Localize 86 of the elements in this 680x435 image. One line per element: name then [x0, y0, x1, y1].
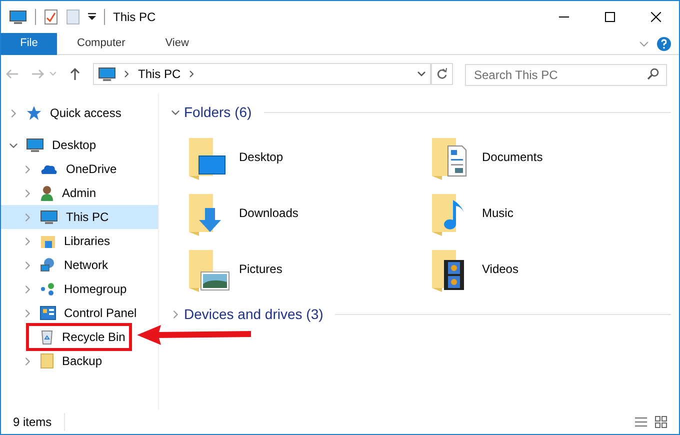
- nav-label: Control Panel: [64, 305, 137, 322]
- control-panel-icon: [40, 306, 56, 320]
- refresh-button[interactable]: [431, 63, 453, 85]
- nav-item[interactable]: Quick access: [1, 101, 158, 125]
- chevron-right-icon[interactable]: [23, 284, 32, 294]
- nav-item[interactable]: Recycle Bin: [1, 325, 132, 349]
- folder-label: Desktop: [239, 149, 284, 166]
- large-icons-view-icon[interactable]: [655, 416, 667, 428]
- chevron-right-icon[interactable]: [23, 308, 32, 318]
- folder-label: Videos: [482, 261, 518, 278]
- group-header[interactable]: Folders (6): [184, 102, 252, 122]
- chevron-right-icon[interactable]: [23, 356, 32, 366]
- nav-label: Admin: [62, 185, 96, 202]
- folder-tile[interactable]: Documents: [428, 129, 671, 185]
- nav-label: This PC: [66, 209, 109, 226]
- nav-item[interactable]: OneDrive: [1, 157, 158, 181]
- breadcrumb[interactable]: This PC: [138, 65, 181, 83]
- ribbon-tab[interactable]: View: [145, 32, 209, 54]
- help-icon[interactable]: [657, 36, 671, 50]
- chevron-right-icon: [188, 70, 195, 78]
- back-arrow-icon[interactable]: [5, 68, 19, 80]
- address-bar[interactable]: This PC: [93, 63, 431, 85]
- folder-tile[interactable]: Downloads: [185, 185, 428, 241]
- cloud-icon: [40, 163, 58, 175]
- chevron-right-icon[interactable]: [171, 310, 180, 318]
- library-folder-icon: [40, 233, 56, 249]
- chevron-down-icon[interactable]: [417, 71, 426, 77]
- nav-item[interactable]: Network: [1, 253, 158, 277]
- nav-label: Backup: [62, 353, 102, 370]
- up-arrow-icon[interactable]: [69, 67, 81, 81]
- chevron-right-icon[interactable]: [9, 108, 18, 118]
- ribbon-tab[interactable]: File: [1, 32, 57, 54]
- monitor-icon: [9, 9, 27, 25]
- network-dots-icon: [40, 282, 56, 296]
- nav-item[interactable]: Desktop: [1, 133, 158, 157]
- person-icon: [40, 185, 54, 201]
- nav-label: Desktop: [52, 137, 96, 154]
- nav-label: Quick access: [50, 105, 122, 122]
- ribbon-tab[interactable]: Computer: [57, 32, 146, 54]
- checklist-icon[interactable]: [44, 9, 58, 25]
- refresh-icon: [436, 68, 448, 80]
- chevron-right-icon[interactable]: [23, 236, 32, 246]
- nav-item[interactable]: Control Panel: [1, 301, 158, 325]
- search-field[interactable]: Search This PC: [465, 64, 667, 86]
- chevron-right-icon[interactable]: [23, 164, 32, 174]
- chevron-right-icon[interactable]: [23, 260, 32, 270]
- dropdown-arrow-icon[interactable]: [88, 13, 96, 21]
- folder-label: Downloads: [239, 205, 298, 222]
- folder-icon: [40, 353, 54, 369]
- maximize-icon: [605, 12, 615, 22]
- window-title: This PC: [113, 9, 156, 26]
- chevron-down-icon[interactable]: [171, 108, 180, 116]
- star-icon: [26, 105, 42, 121]
- monitor-icon: [98, 66, 116, 82]
- nav-item[interactable]: Homegroup: [1, 277, 158, 301]
- nav-item[interactable]: Libraries: [1, 229, 158, 253]
- nav-item[interactable]: Admin: [1, 181, 158, 205]
- nav-label: Recycle Bin: [62, 329, 126, 346]
- blank-page-icon[interactable]: [66, 9, 80, 25]
- folder-label: Pictures: [239, 261, 282, 278]
- folder-label: Documents: [482, 149, 543, 166]
- globe-monitor-icon: [40, 257, 56, 273]
- nav-item[interactable]: This PC: [1, 205, 158, 229]
- status-item-count: 9 items: [13, 413, 65, 431]
- folder-label: Music: [482, 205, 514, 222]
- folder-tile[interactable]: Pictures: [185, 241, 428, 297]
- nav-label: OneDrive: [66, 161, 117, 178]
- search-icon: [647, 68, 659, 80]
- forward-arrow-icon[interactable]: [31, 68, 45, 80]
- nav-label: Libraries: [64, 233, 110, 250]
- chevron-down-icon[interactable]: [9, 140, 18, 150]
- details-view-icon[interactable]: [635, 416, 647, 428]
- monitor-icon: [40, 209, 58, 225]
- chevron-right-icon: [124, 70, 130, 78]
- nav-label: Network: [64, 257, 108, 274]
- chevron-right-icon[interactable]: [23, 188, 32, 198]
- nav-item[interactable]: Backup: [1, 349, 158, 373]
- trash-bin-icon: [40, 329, 54, 345]
- folder-tile[interactable]: Videos: [428, 241, 671, 297]
- group-header[interactable]: Devices and drives (3): [184, 304, 324, 324]
- chevron-right-icon[interactable]: [23, 212, 32, 222]
- folder-tile[interactable]: Desktop: [185, 129, 428, 185]
- folder-tile[interactable]: Music: [428, 185, 671, 241]
- monitor-icon: [26, 137, 44, 153]
- close-icon: [651, 12, 661, 22]
- nav-label: Homegroup: [64, 281, 127, 298]
